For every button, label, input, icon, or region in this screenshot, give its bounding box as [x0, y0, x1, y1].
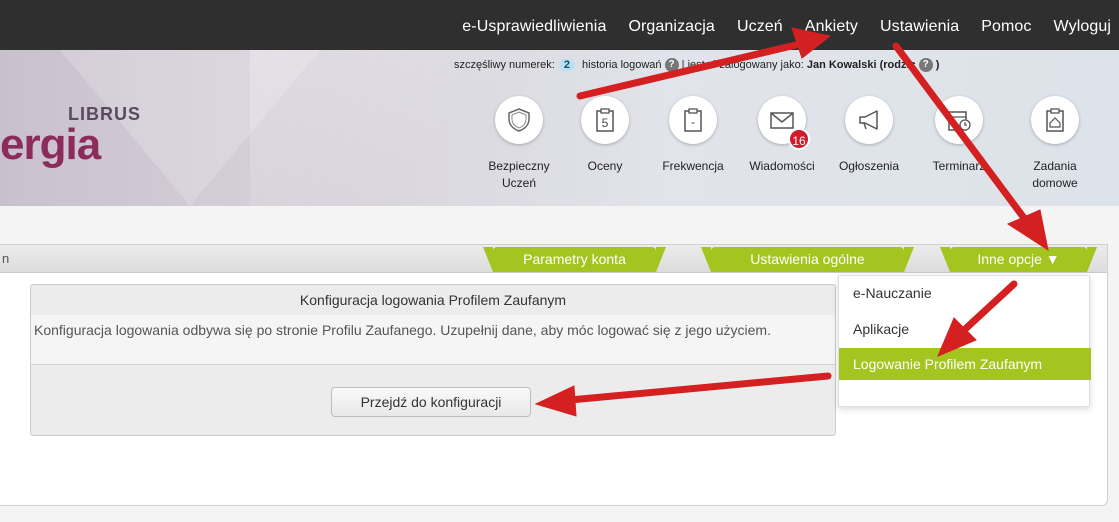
config-description: Konfiguracja logowania odbywa się po str…: [31, 315, 835, 365]
svg-text:5: 5: [602, 116, 609, 130]
main-menu: e-Usprawiedliwienia Organizacja Uczeń An…: [462, 0, 1119, 50]
user-name: Jan Kowalski (rodzic: [806, 58, 916, 71]
menu-item-ankiety[interactable]: Ankiety: [805, 18, 858, 36]
tile-label: Wiadomości: [749, 159, 815, 173]
tile-frekwencja[interactable]: - Frekwencja: [650, 96, 736, 175]
help-icon[interactable]: ?: [664, 58, 679, 72]
homework-icon: [1046, 108, 1064, 132]
logged-in-label: | jesteś zalogowany jako:: [681, 58, 804, 71]
user-info-bar: szczęśliwy numerek: 2 historia logowań ? …: [454, 58, 939, 72]
tab-parametry-konta[interactable]: Parametry konta: [483, 247, 666, 272]
inne-opcje-dropdown: e-Nauczanie Aplikacje Logowanie Profilem…: [838, 275, 1091, 407]
tile-label: Oceny: [587, 159, 623, 173]
menu-item-ustawienia[interactable]: Ustawienia: [880, 18, 959, 36]
tile-wiadomosci[interactable]: 16 Wiadomości: [739, 96, 825, 175]
lucky-number-label: szczęśliwy numerek:: [454, 58, 555, 71]
calendar-icon: [948, 111, 971, 131]
panel-header: n Parametry konta Ustawienia ogólne Inne…: [0, 245, 1107, 273]
megaphone-icon: [859, 110, 878, 130]
top-navigation-bar: e-Usprawiedliwienia Organizacja Uczeń An…: [0, 0, 1119, 50]
config-title: Konfiguracja logowania Profilem Zaufanym: [31, 285, 835, 316]
dropdown-item-logowanie-profilem-zaufanym[interactable]: Logowanie Profilem Zaufanym: [839, 348, 1091, 380]
dropdown-item-e-nauczanie[interactable]: e-Nauczanie: [839, 278, 1091, 308]
panel-title: n: [2, 251, 10, 266]
tile-label: Ogłoszenia: [838, 159, 900, 173]
menu-item-e-usprawiedliwienia[interactable]: e-Usprawiedliwienia: [462, 18, 606, 36]
spacer-strip: [0, 206, 1119, 244]
tile-zadania-domowe[interactable]: Zadania domowe: [1012, 96, 1098, 192]
tile-label: Frekwencja: [662, 159, 724, 173]
menu-item-uczen[interactable]: Uczeń: [737, 18, 783, 36]
tile-label: Terminarz: [932, 159, 986, 173]
user-name-close: ): [935, 58, 940, 71]
profil-zaufany-config-box: Konfiguracja logowania Profilem Zaufanym…: [30, 284, 836, 436]
tile-ogloszenia[interactable]: Ogłoszenia: [826, 96, 912, 175]
lucky-number-badge: 2: [558, 58, 575, 71]
unread-messages-badge: 16: [788, 128, 810, 150]
login-history-link[interactable]: historia logowań: [582, 59, 662, 71]
logo-synergia-text[interactable]: ergia: [0, 120, 101, 170]
menu-item-wyloguj[interactable]: Wyloguj: [1054, 18, 1111, 36]
tile-label: Bezpieczny Uczeń: [488, 159, 550, 190]
tile-label: Zadania domowe: [1032, 159, 1078, 190]
help-icon[interactable]: ?: [918, 58, 933, 72]
page-header: LIBRUS ergia szczęśliwy numerek: 2 histor…: [0, 50, 1119, 206]
menu-item-organizacja[interactable]: Organizacja: [628, 18, 714, 36]
tab-inne-opcje[interactable]: Inne opcje ▼: [940, 247, 1097, 272]
tile-bezpieczny-uczen[interactable]: Bezpieczny Uczeń: [476, 96, 562, 192]
go-to-configuration-button[interactable]: Przejdź do konfiguracji: [331, 387, 531, 417]
shield-icon: [508, 108, 530, 132]
tile-terminarz[interactable]: Terminarz: [916, 96, 1002, 175]
tab-ustawienia-ogolne[interactable]: Ustawienia ogólne: [701, 247, 914, 272]
grades-icon: 5: [596, 108, 614, 132]
tile-oceny[interactable]: 5 Oceny: [562, 96, 648, 175]
attendance-icon: -: [684, 108, 702, 132]
dropdown-item-aplikacje[interactable]: Aplikacje: [839, 314, 1091, 344]
menu-item-pomoc[interactable]: Pomoc: [981, 18, 1031, 36]
svg-text:-: -: [691, 115, 695, 129]
